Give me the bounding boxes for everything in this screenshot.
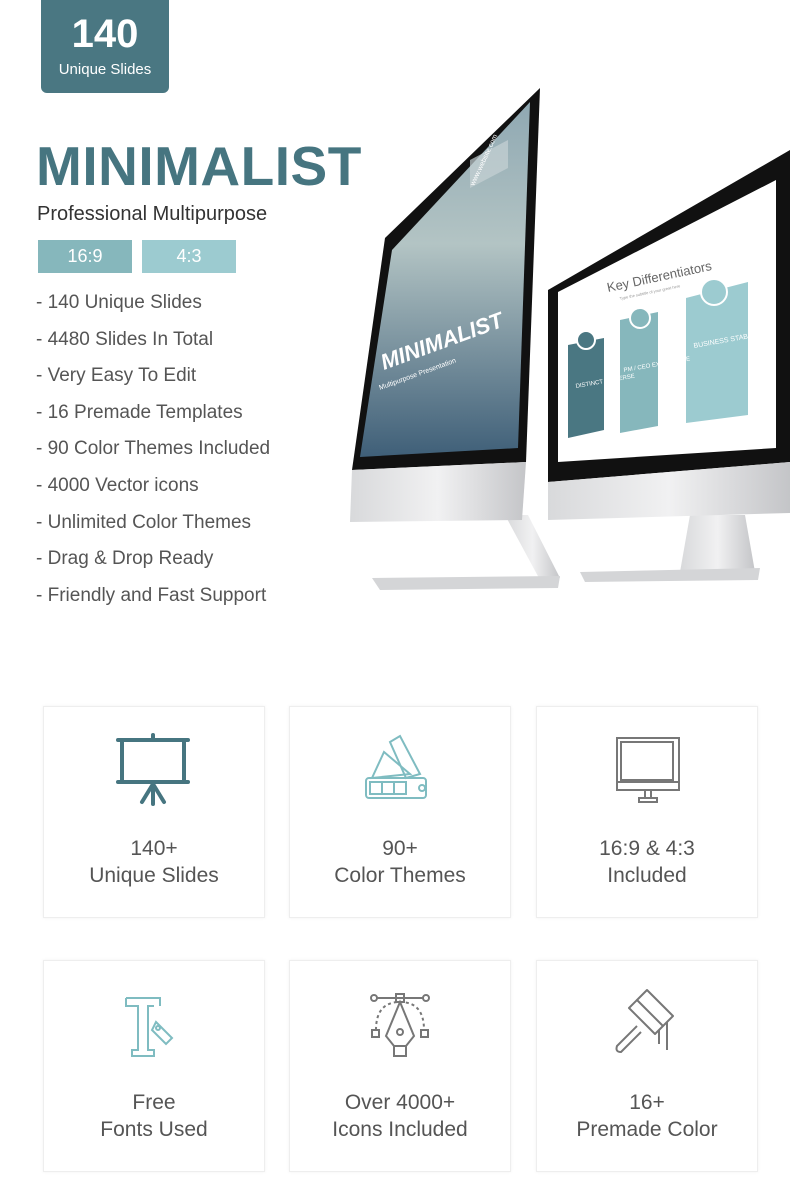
- monitor-icon: [616, 737, 680, 803]
- card-label: Icons Included: [332, 1118, 468, 1141]
- monitors-mockup: Key Differentiators Type the subtitle of…: [350, 88, 790, 590]
- feature-card-slides: 140+ Unique Slides: [43, 706, 265, 918]
- right-monitor: Key Differentiators Type the subtitle of…: [548, 150, 790, 582]
- font-pen-icon: [125, 997, 174, 1057]
- presentation-board-icon: [116, 733, 190, 806]
- left-monitor: www.website.com MINIMALIST Multipurpose …: [350, 88, 560, 590]
- card-value: Over 4000+: [344, 1091, 456, 1114]
- feature-card-fonts: Free Fonts Used: [43, 960, 265, 1172]
- card-value: 140+: [130, 837, 178, 860]
- feature-card-premade: 16+ Premade Color: [536, 960, 758, 1172]
- card-label: Unique Slides: [89, 864, 219, 887]
- card-value: 16:9 & 4:3: [599, 837, 695, 860]
- card-label: Fonts Used: [100, 1118, 208, 1141]
- card-label: Color Themes: [334, 864, 466, 887]
- card-value: 16+: [629, 1091, 665, 1114]
- vector-pen-icon: [370, 993, 430, 1057]
- color-swatch-icon: [365, 734, 427, 799]
- card-label: Included: [607, 864, 687, 887]
- paint-brush-icon: [615, 989, 674, 1053]
- feature-card-icons: Over 4000+ Icons Included: [289, 960, 511, 1172]
- feature-card-ratios: 16:9 & 4:3 Included: [536, 706, 758, 918]
- card-value: 90+: [382, 837, 418, 860]
- feature-card-colors: 90+ Color Themes: [289, 706, 511, 918]
- card-value: Free: [132, 1091, 176, 1114]
- card-label: Premade Color: [576, 1118, 718, 1141]
